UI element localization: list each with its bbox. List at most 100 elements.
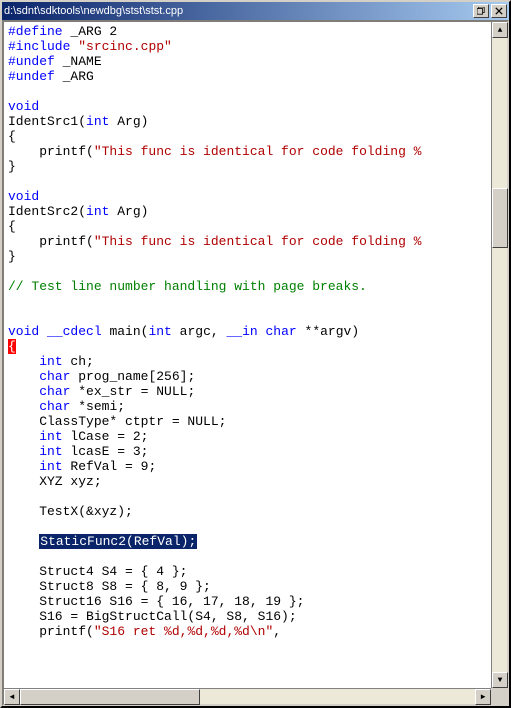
editor-container: #define _ARG 2#include "srcinc.cpp"#unde… <box>2 20 509 706</box>
code-line[interactable]: } <box>8 159 487 174</box>
titlebar-buttons <box>471 4 507 18</box>
scroll-up-button[interactable]: ▲ <box>492 22 508 38</box>
token-str: "srcinc.cpp" <box>78 39 172 54</box>
code-line[interactable]: int ch; <box>8 354 487 369</box>
scroll-left-button[interactable]: ◄ <box>4 689 20 705</box>
code-line[interactable] <box>8 489 487 504</box>
code-editor[interactable]: #define _ARG 2#include "srcinc.cpp"#unde… <box>4 22 491 688</box>
code-line[interactable] <box>8 519 487 534</box>
token: **argv) <box>297 324 359 339</box>
token: IdentSrc2( <box>8 204 86 219</box>
code-line[interactable]: Struct8 S8 = { 8, 9 }; <box>8 579 487 594</box>
code-line[interactable]: void __cdecl main(int argc, __in char **… <box>8 324 487 339</box>
code-line[interactable]: #undef _NAME <box>8 54 487 69</box>
horizontal-scrollbar[interactable]: ◄ ► <box>4 688 491 704</box>
token: { <box>8 219 16 234</box>
arrow-right-icon: ► <box>481 693 486 702</box>
code-line[interactable]: Struct4 S4 = { 4 }; <box>8 564 487 579</box>
token <box>8 369 39 384</box>
vertical-scroll-thumb[interactable] <box>492 188 508 248</box>
code-line[interactable]: ClassType* ctptr = NULL; <box>8 414 487 429</box>
token: lCase = 2; <box>63 429 149 444</box>
code-line[interactable] <box>8 294 487 309</box>
code-line[interactable] <box>8 549 487 564</box>
token <box>8 459 39 474</box>
code-line[interactable]: // Test line number handling with page b… <box>8 279 487 294</box>
code-line[interactable]: Struct16 S16 = { 16, 17, 18, 19 }; <box>8 594 487 609</box>
token: Arg) <box>109 204 148 219</box>
code-line[interactable]: char *ex_str = NULL; <box>8 384 487 399</box>
code-line[interactable]: printf("S16 ret %d,%d,%d,%d\n", <box>8 624 487 639</box>
token-kw: void <box>8 189 39 204</box>
close-button[interactable] <box>491 4 507 18</box>
token: XYZ xyz; <box>8 474 102 489</box>
token-kw: void <box>8 99 39 114</box>
token: *ex_str = NULL; <box>70 384 195 399</box>
token: _NAME <box>55 54 102 69</box>
restore-button[interactable] <box>473 4 489 18</box>
code-line[interactable]: #define _ARG 2 <box>8 24 487 39</box>
token: _ARG 2 <box>63 24 118 39</box>
token <box>8 384 39 399</box>
horizontal-scroll-thumb[interactable] <box>20 689 200 705</box>
code-line[interactable]: char prog_name[256]; <box>8 369 487 384</box>
token-kw: char <box>266 324 297 339</box>
arrow-left-icon: ◄ <box>10 693 15 702</box>
scroll-right-button[interactable]: ► <box>475 689 491 705</box>
token: Struct4 S4 = { 4 }; <box>8 564 187 579</box>
code-line[interactable]: void <box>8 189 487 204</box>
token-kw: char <box>39 399 70 414</box>
scroll-corner <box>491 688 507 704</box>
token <box>39 324 47 339</box>
code-line[interactable]: { <box>8 339 487 354</box>
token: printf( <box>8 234 94 249</box>
token: Struct8 S8 = { 8, 9 }; <box>8 579 211 594</box>
code-line[interactable] <box>8 264 487 279</box>
restore-icon <box>477 7 485 15</box>
token-kw: __cdecl <box>47 324 102 339</box>
arrow-up-icon: ▲ <box>498 26 503 35</box>
code-line[interactable]: printf("This func is identical for code … <box>8 144 487 159</box>
code-line[interactable] <box>8 84 487 99</box>
vertical-scroll-track[interactable] <box>492 38 507 672</box>
token-kw: #undef <box>8 69 55 84</box>
token: *semi; <box>70 399 125 414</box>
code-line[interactable]: { <box>8 129 487 144</box>
scroll-down-button[interactable]: ▼ <box>492 672 508 688</box>
code-line[interactable]: #undef _ARG <box>8 69 487 84</box>
token: , <box>273 624 281 639</box>
token-sel: StaticFunc2(RefVal); <box>39 534 197 549</box>
token: argc, <box>172 324 227 339</box>
token-kw: void <box>8 324 39 339</box>
code-line[interactable]: StaticFunc2(RefVal); <box>8 534 487 549</box>
code-line[interactable]: int RefVal = 9; <box>8 459 487 474</box>
code-line[interactable] <box>8 309 487 324</box>
code-line[interactable]: printf("This func is identical for code … <box>8 234 487 249</box>
token: S16 = BigStructCall(S4, S8, S16); <box>8 609 297 624</box>
code-line[interactable]: int lcasE = 3; <box>8 444 487 459</box>
token: printf( <box>8 144 94 159</box>
code-line[interactable]: S16 = BigStructCall(S4, S8, S16); <box>8 609 487 624</box>
code-line[interactable]: IdentSrc2(int Arg) <box>8 204 487 219</box>
token-kw: char <box>39 384 70 399</box>
code-line[interactable]: } <box>8 249 487 264</box>
code-line[interactable]: void <box>8 99 487 114</box>
code-line[interactable]: int lCase = 2; <box>8 429 487 444</box>
code-line[interactable]: char *semi; <box>8 399 487 414</box>
code-line[interactable]: { <box>8 219 487 234</box>
token-cmt: // Test line number handling with page b… <box>8 279 367 294</box>
code-line[interactable]: #include "srcinc.cpp" <box>8 39 487 54</box>
horizontal-scroll-track[interactable] <box>20 689 475 704</box>
token-kw: int <box>148 324 171 339</box>
token: main( <box>102 324 149 339</box>
code-line[interactable] <box>8 174 487 189</box>
code-line[interactable]: TestX(&xyz); <box>8 504 487 519</box>
vertical-scrollbar[interactable]: ▲ ▼ <box>491 22 507 688</box>
token: lcasE = 3; <box>63 444 149 459</box>
token: Arg) <box>109 114 148 129</box>
titlebar[interactable]: d:\sdnt\sdktools\newdbg\stst\stst.cpp <box>2 2 509 20</box>
token: { <box>8 129 16 144</box>
token-kw: #undef <box>8 54 55 69</box>
code-line[interactable]: XYZ xyz; <box>8 474 487 489</box>
code-line[interactable]: IdentSrc1(int Arg) <box>8 114 487 129</box>
